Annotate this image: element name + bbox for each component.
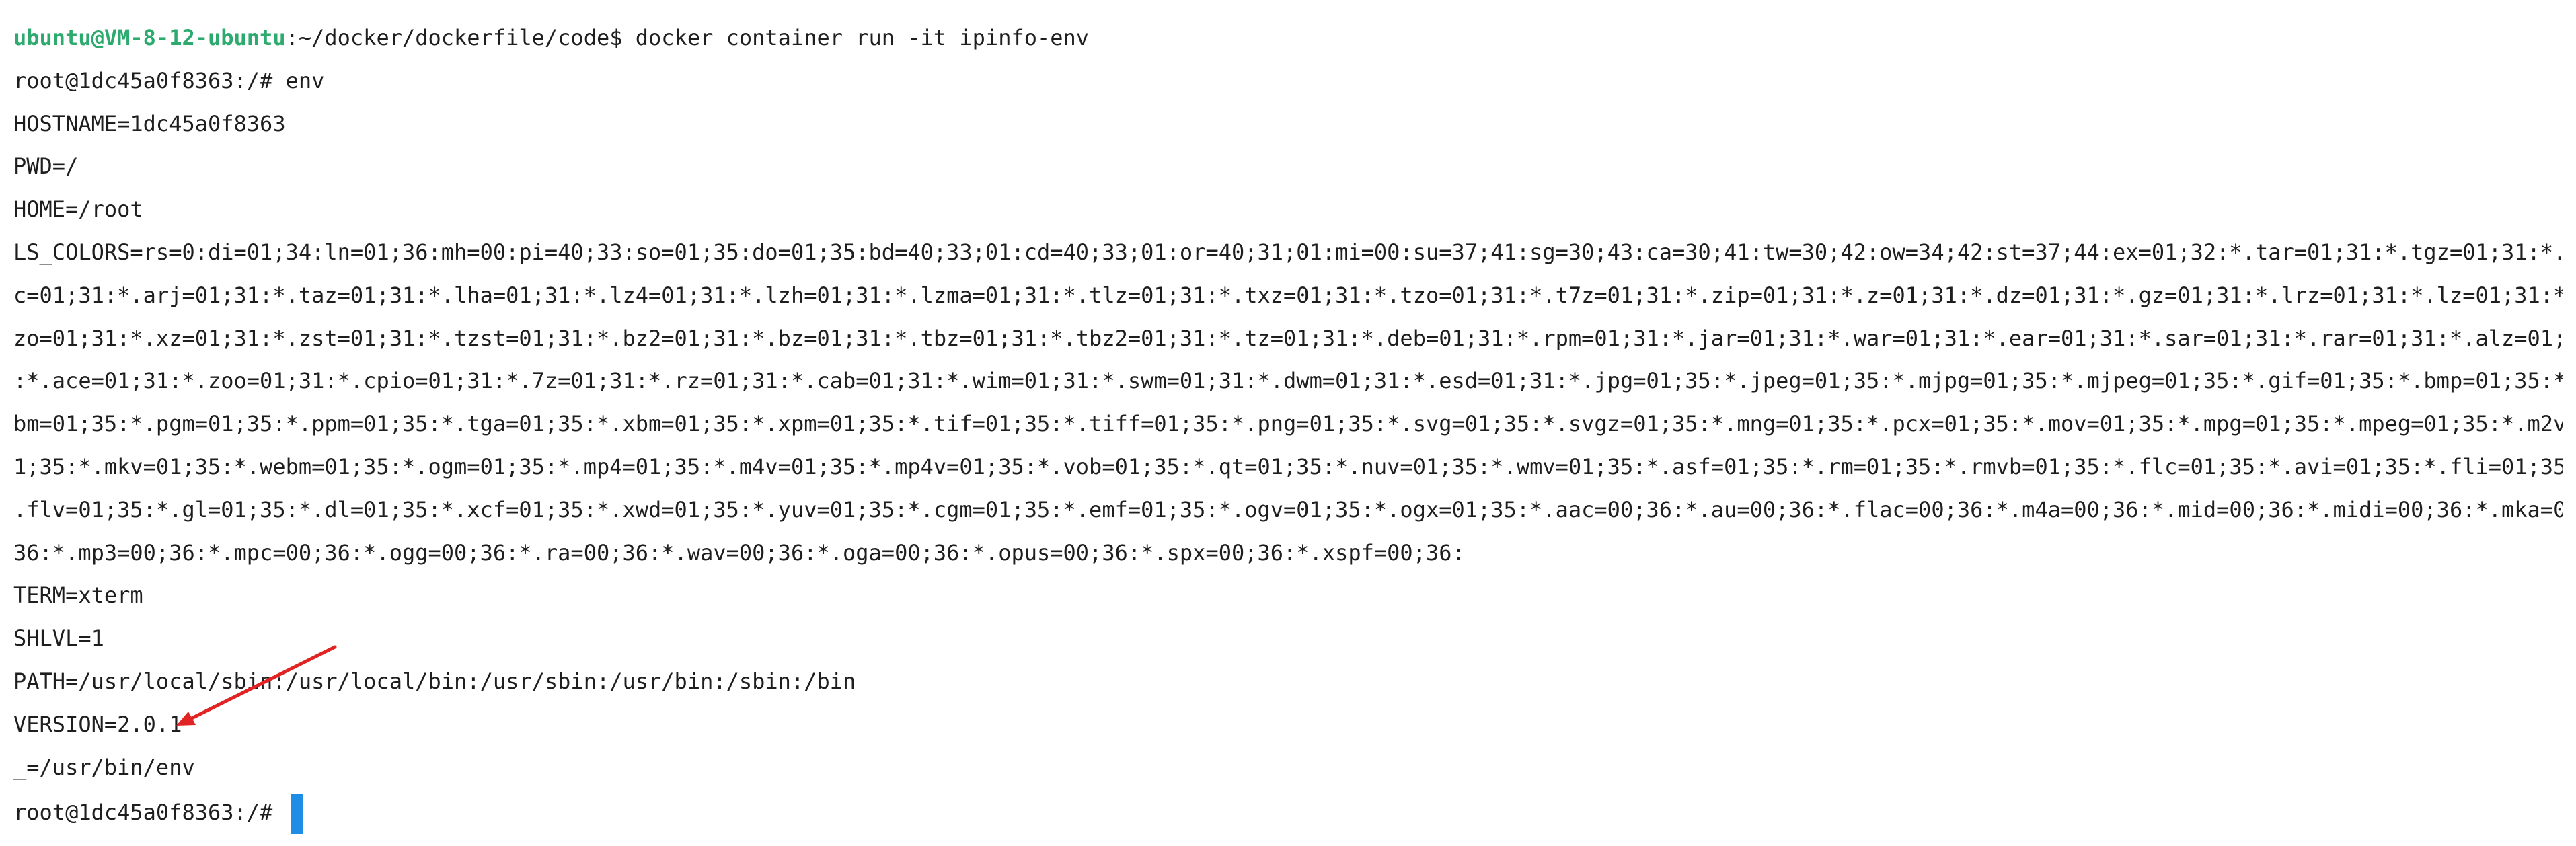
text-cursor[interactable] [291, 794, 303, 835]
terminal-input-line[interactable]: root@1dc45a0f8363:/# [13, 794, 2563, 837]
env-var-ls-colors-line: .flv=01;35:*.gl=01;35:*.dl=01;35:*.xcf=0… [13, 496, 2563, 523]
env-var-ls-colors-line: LS_COLORS=rs=0:di=01;34:ln=01;36:mh=00:p… [13, 239, 2563, 265]
env-var-path: PATH=/usr/local/sbin:/usr/local/bin:/usr… [13, 668, 856, 694]
prompt-user-host: ubuntu@VM-8-12-ubuntu [13, 25, 286, 50]
env-var-underscore: _=/usr/bin/env [13, 754, 195, 780]
env-var-ls-colors-line: bm=01;35:*.pgm=01;35:*.ppm=01;35:*.tga=0… [13, 411, 2563, 437]
env-var-term: TERM=xterm [13, 582, 143, 609]
env-var-version: VERSION=2.0.1 [13, 711, 182, 737]
env-var-ls-colors-line: 1;35:*.mkv=01;35:*.webm=01;35:*.ogm=01;3… [13, 453, 2563, 479]
terminal-line-env-command: root@1dc45a0f8363:/# env [13, 67, 325, 93]
terminal-window[interactable]: ubuntu@VM-8-12-ubuntu:~/docker/dockerfil… [0, 0, 2576, 846]
terminal-line-run-command: ubuntu@VM-8-12-ubuntu:~/docker/dockerfil… [13, 22, 2563, 65]
env-var-shlvl: SHLVL=1 [13, 625, 104, 652]
env-var-ls-colors-line: c=01;31:*.arj=01;31:*.taz=01;31:*.lha=01… [13, 282, 2563, 308]
env-var-ls-colors-line: 36:*.mp3=00;36:*.mpc=00;36:*.ogg=00;36:*… [13, 539, 1465, 566]
env-var-hostname: HOSTNAME=1dc45a0f8363 [13, 110, 286, 137]
env-var-ls-colors-line: :*.ace=01;31:*.zoo=01;31:*.cpio=01;31:*.… [13, 368, 2563, 394]
env-var-ls-colors-line: zo=01;31:*.xz=01;31:*.zst=01;31:*.tzst=0… [13, 325, 2563, 351]
prompt-path-command: :~/docker/dockerfile/code$ docker contai… [285, 25, 1090, 50]
final-prompt: root@1dc45a0f8363:/# [13, 800, 286, 826]
env-var-pwd: PWD=/ [13, 153, 79, 180]
env-var-home: HOME=/root [13, 196, 143, 223]
